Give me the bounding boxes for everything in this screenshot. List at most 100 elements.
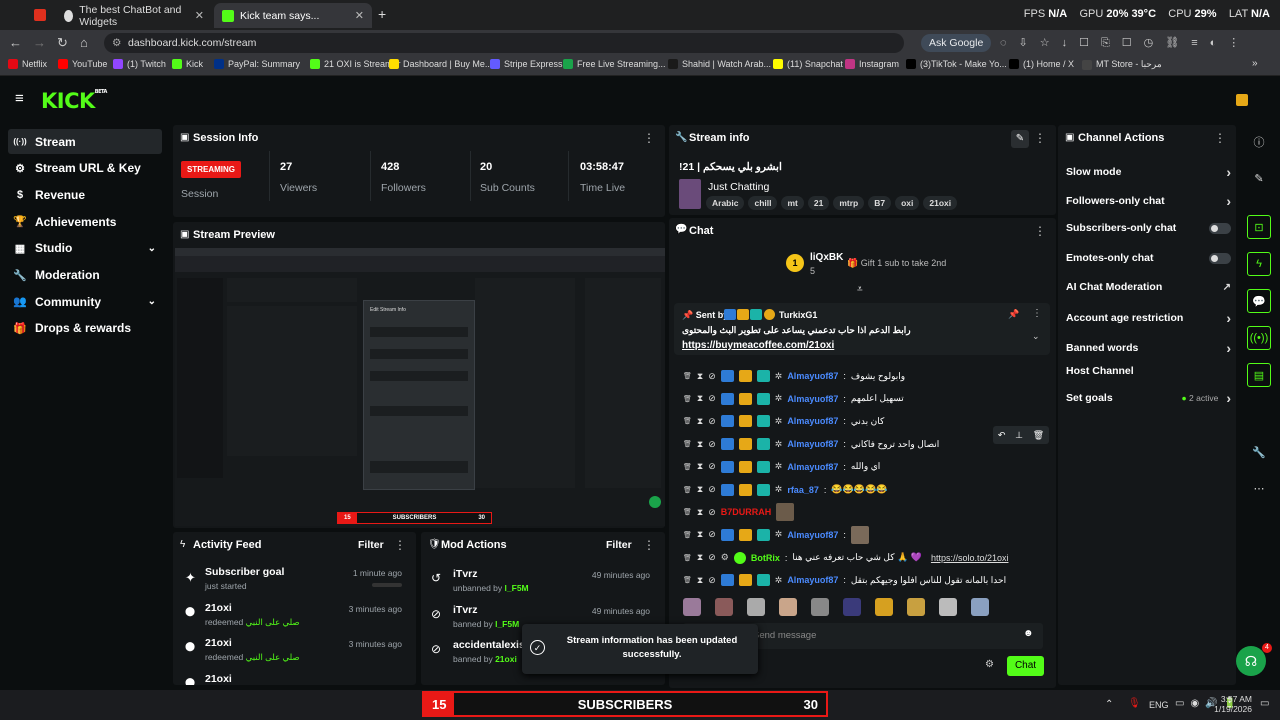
more-icon[interactable]: ⋮ xyxy=(643,538,655,552)
server-icon[interactable]: ▤ xyxy=(1247,363,1271,387)
sidebar-item-stream-url-key[interactable]: ⚙ Stream URL & Key xyxy=(8,156,162,181)
ban-icon[interactable]: ⊘ xyxy=(708,575,716,586)
tray-chevron-icon[interactable]: ⌃ xyxy=(1105,699,1113,710)
delete-message-icon[interactable]: 🗑 xyxy=(683,440,692,448)
bookmark-item[interactable]: Instagram xyxy=(845,59,899,69)
broadcast-icon[interactable]: ((•)) xyxy=(1247,326,1271,350)
chat-username[interactable]: Almayuof87 xyxy=(787,416,838,426)
chat-username[interactable]: B7DURRAH xyxy=(721,507,772,517)
forward-icon[interactable]: → xyxy=(33,35,46,50)
channel-action-emotes-only-chat[interactable]: Emotes-only chat xyxy=(1066,252,1231,264)
url-field[interactable]: ⚙ dashboard.kick.com/stream xyxy=(104,33,904,53)
timeout-icon[interactable]: ⧗ xyxy=(697,484,703,495)
delete-message-icon[interactable]: 🗑 xyxy=(683,554,692,562)
emote-icon[interactable] xyxy=(971,598,989,616)
bookmark-item[interactable]: (3)TikTok - Make Yo... xyxy=(906,59,1007,69)
emote-icon[interactable] xyxy=(779,598,797,616)
support-chat-icon[interactable]: ☊ xyxy=(1236,646,1266,676)
send-chat-button[interactable]: Chat xyxy=(1007,656,1044,676)
channel-action-subscribers-only-chat[interactable]: Subscribers-only chat xyxy=(1066,222,1231,234)
stream-tag[interactable]: mt xyxy=(781,196,804,210)
stream-tag[interactable]: mtrp xyxy=(833,196,865,210)
more-icon[interactable]: ⋮ xyxy=(1034,131,1046,145)
timeout-icon[interactable]: ⧗ xyxy=(697,393,703,404)
bookmark-item[interactable]: Shahid | Watch Arab... xyxy=(668,59,771,69)
sidebar-item-moderation[interactable]: 🔧 Moderation xyxy=(8,263,162,288)
emote-icon[interactable] xyxy=(683,598,701,616)
bookmark-item[interactable]: Kick xyxy=(172,59,203,69)
reload-icon[interactable]: ↻ xyxy=(57,35,68,51)
ban-icon[interactable]: ⊘ xyxy=(708,507,716,518)
bookmark-item[interactable]: MT Store - مرحبا xyxy=(1082,59,1162,70)
emote-icon[interactable] xyxy=(747,598,765,616)
delete-message-icon[interactable]: 🗑 xyxy=(683,508,692,516)
sidebar-item-achievements[interactable]: 🏆 Achievements xyxy=(8,209,162,234)
target-icon[interactable]: ⊡ xyxy=(1247,215,1271,239)
info-icon[interactable]: ⓘ xyxy=(1247,130,1271,154)
bookmark-item[interactable]: (11) Snapchat xyxy=(773,59,843,69)
delete-message-icon[interactable]: 🗑 xyxy=(683,576,692,584)
edit-icon[interactable]: ✎ xyxy=(1011,130,1029,148)
bookmark-item[interactable]: PayPal: Summary xyxy=(214,59,300,69)
more-icon[interactable]: ⋮ xyxy=(643,131,655,145)
timeout-icon[interactable]: ⧗ xyxy=(697,529,703,540)
collapse-icon[interactable]: ⩡ xyxy=(857,284,863,295)
pinned-user[interactable]: TurkixG1 xyxy=(779,310,817,320)
reply-icon[interactable]: ↶ xyxy=(998,430,1006,441)
more-icon[interactable]: ⋮ xyxy=(1214,131,1226,145)
bookmark-item[interactable]: 21 OXI is Streamer xyxy=(310,59,401,69)
timeout-icon[interactable]: ⧗ xyxy=(697,439,703,450)
language-indicator[interactable]: ENG xyxy=(1149,700,1169,710)
bookmark-item[interactable]: Dashboard | Buy Me... xyxy=(389,59,492,69)
stream-tag[interactable]: 21 xyxy=(807,196,830,210)
stream-tag[interactable]: Arabic xyxy=(706,196,745,210)
stream-preview-video[interactable]: Edit Stream Info 15 SUBSCRIBERS 30 xyxy=(175,248,665,526)
chat-username[interactable]: Almayuof87 xyxy=(787,575,838,585)
ban-icon[interactable]: ⊘ xyxy=(708,529,716,540)
chat-username[interactable]: rfaa_87 xyxy=(787,485,819,495)
bookmark-item[interactable]: Netflix xyxy=(8,59,47,69)
channel-action-set-goals[interactable]: Set goals ● 2 active › xyxy=(1066,390,1231,406)
sidebar-item-drops-rewards[interactable]: 🎁 Drops & rewards xyxy=(8,316,162,341)
filter-button[interactable]: Filter xyxy=(358,539,384,551)
channel-action-banned-words[interactable]: Banned words › xyxy=(1066,340,1231,356)
bookmark-item[interactable]: YouTube xyxy=(58,59,107,69)
stream-tag[interactable]: chill xyxy=(748,196,778,210)
mod-by[interactable]: 21oxi xyxy=(495,654,517,664)
chat-username[interactable]: Almayuof87 xyxy=(787,371,838,381)
bookmark-item[interactable]: Free Live Streaming... xyxy=(563,59,666,69)
site-info-icon[interactable]: ⚙ xyxy=(112,33,121,53)
menu-icon[interactable]: ≡ xyxy=(15,90,24,107)
toggle-switch[interactable] xyxy=(1209,222,1231,234)
kick-logo[interactable]: KICKBETA xyxy=(41,89,107,113)
emote-icon[interactable] xyxy=(875,598,893,616)
delete-message-icon[interactable]: 🗑 xyxy=(683,531,692,539)
stream-tag[interactable]: oxi xyxy=(895,196,920,210)
chat-username[interactable]: Almayuof87 xyxy=(787,462,838,472)
filter-button[interactable]: Filter xyxy=(606,539,632,551)
notification-icon[interactable]: ▭ xyxy=(1260,698,1269,709)
bookmarks-overflow-icon[interactable]: » xyxy=(1252,58,1258,69)
emote-icon[interactable] xyxy=(907,598,925,616)
mod-by[interactable]: l_F5M xyxy=(505,583,529,593)
ask-google-button[interactable]: Ask Google xyxy=(921,34,992,52)
channel-action-account-age-restriction[interactable]: Account age restriction › xyxy=(1066,310,1231,326)
more-icon[interactable]: ⋮ xyxy=(394,538,406,552)
timeout-icon[interactable]: ⧗ xyxy=(697,552,703,563)
ban-icon[interactable]: ⊘ xyxy=(708,484,716,495)
delete-message-icon[interactable]: 🗑 xyxy=(683,417,692,425)
emote-icon[interactable] xyxy=(715,598,733,616)
timeout-icon[interactable]: ⧗ xyxy=(697,416,703,427)
delete-message-icon[interactable]: 🗑 xyxy=(683,486,692,494)
channel-action-ai-chat-moderation[interactable]: AI Chat Moderation ↗ xyxy=(1066,281,1231,293)
close-icon[interactable]: ✕ xyxy=(355,9,364,22)
ban-icon[interactable]: ⊘ xyxy=(708,416,716,427)
bookmark-item[interactable]: Stripe Express xyxy=(490,59,563,69)
delete-icon[interactable]: 🗑 xyxy=(1033,430,1044,441)
close-icon[interactable]: ✕ xyxy=(195,9,204,22)
chat-settings-icon[interactable]: ⚙ xyxy=(985,659,994,670)
profile-avatar[interactable] xyxy=(1236,94,1248,106)
opera-icon[interactable] xyxy=(34,9,46,21)
bookmark-item[interactable]: (1) Home / X xyxy=(1009,59,1074,69)
channel-action-slow-mode[interactable]: Slow mode › xyxy=(1066,164,1231,180)
